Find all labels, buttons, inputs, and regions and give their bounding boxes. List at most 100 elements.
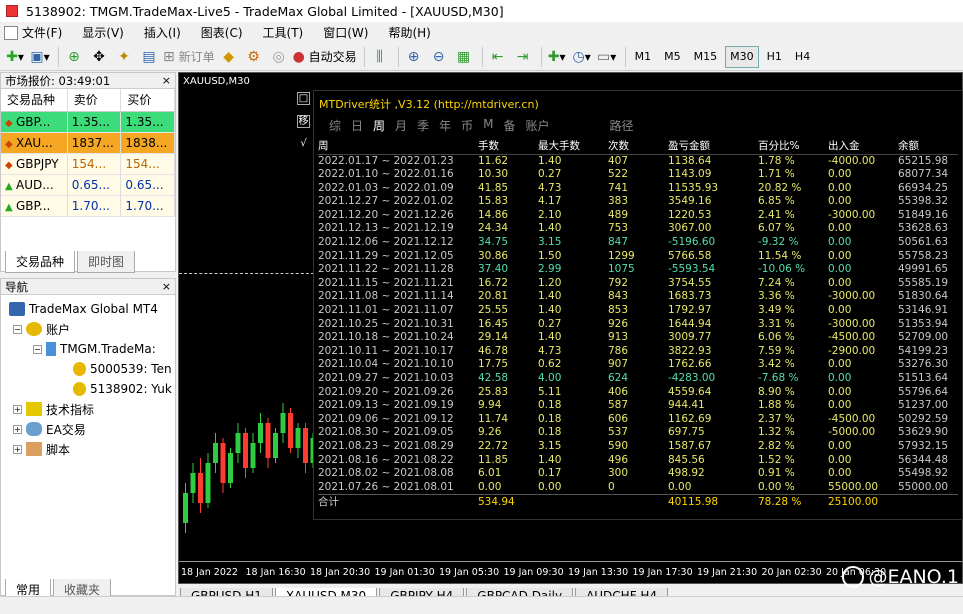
column-header-bid[interactable]: 卖价 xyxy=(67,89,122,112)
check-button[interactable]: √ xyxy=(297,138,310,151)
table-cell: 0.00 xyxy=(828,236,852,249)
timeframe-m30-button[interactable]: M30 xyxy=(725,45,759,68)
auto-scroll-button[interactable]: ⇥ xyxy=(512,46,534,68)
tree-node-account[interactable]: 5000539: Ten xyxy=(1,359,175,379)
mtdriver-tab[interactable]: 季 xyxy=(417,117,429,134)
mtdriver-tab[interactable]: 月 xyxy=(395,117,407,134)
menu-view[interactable]: 显示(V) xyxy=(82,24,124,41)
chart-bar-button[interactable]: ⫼ xyxy=(369,46,391,68)
zoom-out-icon: ⊖ xyxy=(432,48,445,65)
table-row[interactable]: ◆ GBPJPY 154... 154... xyxy=(1,153,175,175)
table-cell: 11.85 xyxy=(478,453,509,466)
table-cell: 6.85 % xyxy=(758,195,795,208)
table-cell: 3.36 % xyxy=(758,290,795,303)
mtdriver-tab[interactable]: 综 xyxy=(329,117,341,134)
templates-button[interactable]: ▭ ▾ xyxy=(596,46,618,68)
menu-tools[interactable]: 工具(T) xyxy=(263,24,304,41)
close-icon[interactable]: × xyxy=(162,74,171,87)
metaeditor-button[interactable]: ◆ xyxy=(218,46,240,68)
expand-icon[interactable]: + xyxy=(13,424,22,434)
table-cell: 11.54 % xyxy=(758,249,802,262)
indicators-button[interactable]: ✚ ▾ xyxy=(546,46,568,68)
table-cell: 51513.64 xyxy=(898,372,949,384)
table-cell: 55796.64 xyxy=(898,385,949,398)
navigator-button[interactable]: ✦ xyxy=(113,46,135,68)
close-icon[interactable]: × xyxy=(162,280,171,293)
chart-shift-button[interactable]: ⇤ xyxy=(487,46,509,68)
table-cell: 25.55 xyxy=(478,304,509,317)
menu-charts[interactable]: 图表(C) xyxy=(201,24,243,41)
table-row[interactable]: ◆ GBP... 1.35... 1.35... xyxy=(1,111,175,133)
time-axis-label: 19 Jan 21:30 xyxy=(697,567,758,578)
mtdriver-tab[interactable]: 年 xyxy=(439,117,451,134)
terminal-button[interactable]: ▤ xyxy=(138,46,160,68)
column-header-symbol[interactable]: 交易品种 xyxy=(1,89,68,112)
table-row[interactable]: ◆ XAU... 1837... 1838... xyxy=(1,132,175,154)
mtdriver-tab[interactable]: 周 xyxy=(373,117,385,134)
market-watch-button[interactable]: ⊕ xyxy=(63,46,85,68)
tree-node-indicators[interactable]: + 技术指标 xyxy=(1,399,175,419)
signals-button[interactable]: ◎ xyxy=(268,46,290,68)
mtdriver-tab[interactable]: 账户 xyxy=(525,117,549,134)
mtdriver-tab[interactable]: M xyxy=(483,117,493,134)
data-window-button[interactable]: ✥ xyxy=(88,46,110,68)
table-cell: 2021.12.27 ~ 2022.01.02 xyxy=(318,195,454,208)
timeframe-h1-button[interactable]: H1 xyxy=(762,46,787,68)
profiles-icon: ▣ xyxy=(30,48,44,65)
new-chart-button[interactable]: ✚ ▾ xyxy=(4,46,26,68)
expand-icon[interactable]: + xyxy=(13,444,22,454)
expand-icon[interactable]: + xyxy=(13,404,22,414)
table-cell: 16.72 xyxy=(478,276,509,289)
tree-node-root[interactable]: TradeMax Global MT4 xyxy=(1,299,175,319)
table-cell: 843 xyxy=(608,290,629,303)
zoom-in-button[interactable]: ⊕ xyxy=(403,46,425,68)
menu-help[interactable]: 帮助(H) xyxy=(388,24,430,41)
table-cell: 0.18 xyxy=(538,426,562,439)
toolbar-separator xyxy=(363,46,365,67)
table-cell: 1.40 xyxy=(538,453,562,466)
periods-button[interactable]: ◷ ▾ xyxy=(571,46,593,68)
tile-windows-button[interactable]: ▦ xyxy=(453,46,475,68)
total-cell: 合计 xyxy=(318,494,478,511)
timeframe-m15-button[interactable]: M15 xyxy=(689,46,723,68)
profiles-button[interactable]: ▣ ▾ xyxy=(29,46,51,68)
table-row[interactable]: ▲ AUD... 0.65... 0.65... xyxy=(1,174,175,196)
mtdriver-tab[interactable]: 备 xyxy=(503,117,515,134)
mtdriver-tab[interactable]: 币 xyxy=(461,117,473,134)
table-cell: 2021.08.16 ~ 2021.08.22 xyxy=(318,453,454,466)
menu-file[interactable]: 文件(F) xyxy=(4,24,62,41)
new-order-button[interactable]: ⊞ 新订单 xyxy=(163,46,215,68)
collapse-icon[interactable]: − xyxy=(33,344,42,354)
auto-trading-button[interactable]: ● 自动交易 xyxy=(293,46,357,68)
move-button[interactable]: 移 xyxy=(297,115,310,128)
title-bar: 5138902: TMGM.TradeMax-Live5 - TradeMax … xyxy=(0,0,963,22)
table-cell: 537 xyxy=(608,426,629,439)
column-header-ask[interactable]: 买价 xyxy=(120,89,175,112)
timeframe-m5-button[interactable]: M5 xyxy=(659,46,686,68)
timeframe-h4-button[interactable]: H4 xyxy=(790,46,815,68)
tab-symbols[interactable]: 交易品种 xyxy=(5,251,76,273)
table-cell: -7.68 % xyxy=(758,372,799,384)
table-row[interactable]: ▲ GBP... 1.70... 1.70... xyxy=(1,195,175,217)
table-cell: -4500.00 xyxy=(828,412,876,425)
options-button[interactable]: ⚙ xyxy=(243,46,265,68)
collapse-icon[interactable]: − xyxy=(13,324,22,334)
total-cell: 40115.98 xyxy=(668,494,758,511)
toolbar-separator xyxy=(624,46,626,67)
table-cell: -9.32 % xyxy=(758,236,799,249)
tree-node-scripts[interactable]: + 脚本 xyxy=(1,439,175,459)
tree-node-account[interactable]: 5138902: Yuk xyxy=(1,379,175,399)
tree-node-experts[interactable]: + EA交易 xyxy=(1,419,175,439)
timeframe-m1-button[interactable]: M1 xyxy=(630,46,657,68)
mtdriver-tab[interactable]: 路径 xyxy=(610,117,634,134)
tree-node-server[interactable]: − TMGM.TradeMa: xyxy=(1,339,175,359)
menu-insert[interactable]: 插入(I) xyxy=(144,24,181,41)
minimize-button[interactable]: □ xyxy=(297,92,310,105)
menu-window[interactable]: 窗口(W) xyxy=(323,24,368,41)
tree-node-accounts[interactable]: − 账户 xyxy=(1,319,175,339)
zoom-out-button[interactable]: ⊖ xyxy=(428,46,450,68)
mtdriver-tab[interactable]: 日 xyxy=(351,117,363,134)
table-cell: 11535.93 xyxy=(668,181,719,194)
tab-tick-chart[interactable]: 即时图 xyxy=(77,251,136,273)
table-row: 2021.09.27 ~ 2021.10.03 42.58 4.00 624 -4283… xyxy=(318,372,958,386)
